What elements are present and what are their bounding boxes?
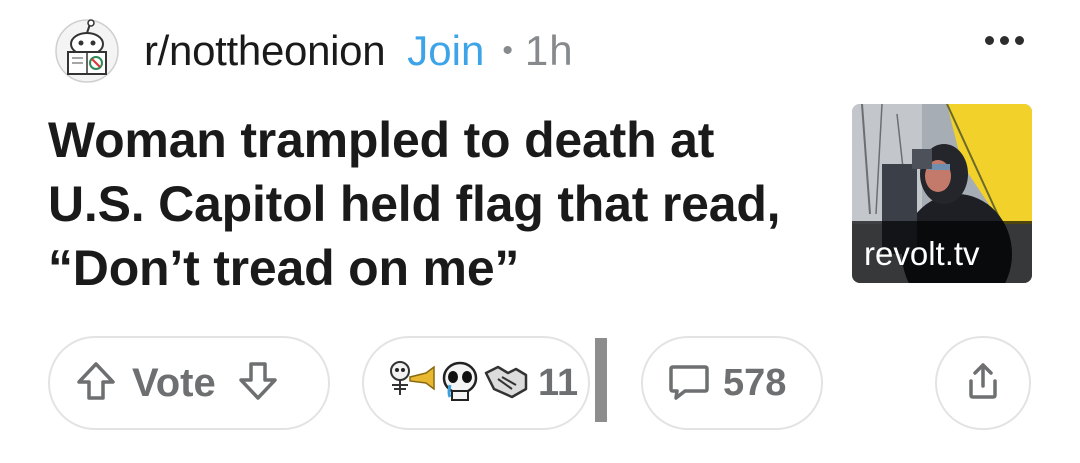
join-button[interactable]: Join [407,27,484,75]
more-options-icon[interactable] [985,36,1024,45]
post-header: r/nottheonion Join • 1h [52,16,1052,86]
crying-skull-award-icon [438,359,482,408]
share-icon [963,361,1003,406]
upvote-arrow-icon[interactable] [74,359,118,408]
skull-trumpet-award-icon [386,359,438,408]
downvote-arrow-icon[interactable] [236,359,280,408]
post-title[interactable]: Woman trampled to death at U.S. Capitol … [48,108,808,300]
post-thumbnail[interactable]: revolt.tv [852,104,1032,283]
scroll-indicator [595,338,607,422]
thumbnail-domain: revolt.tv [852,221,1032,283]
vote-label: Vote [132,360,216,405]
awards-button[interactable]: 11 [362,336,590,430]
comments-button[interactable]: 578 [641,336,823,430]
comment-bubble-icon [667,359,711,408]
post-time: 1h [524,27,574,74]
subreddit-name[interactable]: r/nottheonion [144,27,386,75]
vote-bar: Vote [48,336,330,430]
snoo-avatar-icon[interactable] [52,16,122,86]
award-count: 11 [538,361,579,404]
handshake-award-icon [482,359,530,408]
share-button[interactable] [935,336,1031,430]
comment-count: 578 [723,361,787,404]
separator-dot: • [502,34,513,67]
